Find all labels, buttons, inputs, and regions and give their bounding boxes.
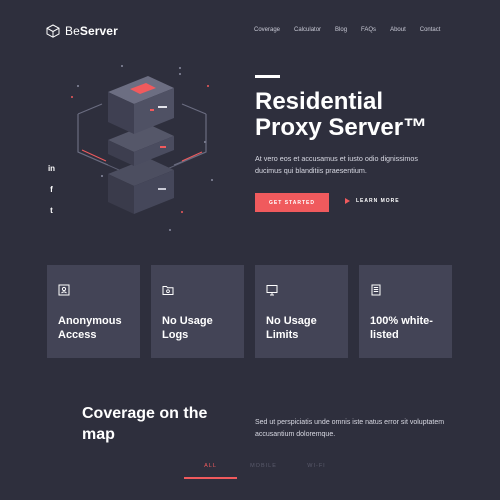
get-started-button[interactable]: GET STARTED <box>255 193 329 212</box>
top-server <box>108 76 174 134</box>
brand-logo[interactable]: BeServer <box>46 24 118 38</box>
nav-item-contact[interactable]: Contact <box>420 27 441 33</box>
bottom-server <box>108 158 174 214</box>
cube-logo-icon <box>46 24 60 38</box>
coverage-title: Coverage on the map <box>82 405 208 443</box>
social-links: in f t <box>47 164 56 215</box>
server-illustration <box>71 65 213 231</box>
nav-item-about[interactable]: About <box>390 27 406 33</box>
learn-more-label: LEARN MORE <box>356 198 400 204</box>
feature-card-no-usage-limits: No Usage Limits <box>255 265 348 358</box>
feature-label: No Usage Logs <box>162 315 213 341</box>
feature-card-no-usage-logs: No Usage Logs <box>151 265 244 358</box>
nav-item-blog[interactable]: Blog <box>335 27 347 33</box>
facebook-icon[interactable]: f <box>47 185 56 194</box>
id-card-icon <box>58 284 70 296</box>
feature-card-white-listed: 100% white-listed <box>359 265 452 358</box>
nav-item-calculator[interactable]: Calculator <box>294 27 321 33</box>
brand-name-light: Be <box>65 24 80 38</box>
hero-accent-bar <box>255 75 280 78</box>
brand-name-bold: Server <box>79 24 118 38</box>
twitter-icon[interactable]: t <box>47 206 56 215</box>
hero-description: At vero eos et accusamus et iusto odio d… <box>255 154 418 175</box>
main-nav: Coverage Calculator Blog FAQs About Cont… <box>254 27 440 33</box>
tab-wifi[interactable]: WI-FI <box>290 463 343 479</box>
linkedin-icon[interactable]: in <box>47 164 56 173</box>
nav-item-coverage[interactable]: Coverage <box>254 27 280 33</box>
feature-label: 100% white-listed <box>370 315 433 341</box>
coverage-tabs: ALL MOBILE WI-FI <box>184 463 343 479</box>
hero-title-line1: Residential <box>255 88 384 115</box>
tab-mobile[interactable]: MOBILE <box>237 463 290 479</box>
document-list-icon <box>371 284 381 296</box>
learn-more-button[interactable]: LEARN MORE <box>345 198 400 204</box>
folder-settings-icon <box>162 286 174 295</box>
hero-title: Residential Proxy Server™ <box>255 89 475 141</box>
hero-title-line2: Proxy Server™ <box>255 114 428 141</box>
feature-card-anonymous-access: Anonymous Access <box>47 265 140 358</box>
brand-name: BeServer <box>65 24 118 38</box>
tab-all[interactable]: ALL <box>184 463 237 479</box>
nav-item-faqs[interactable]: FAQs <box>361 27 376 33</box>
feature-label: No Usage Limits <box>266 315 317 341</box>
play-icon <box>345 198 350 204</box>
coverage-description: Sed ut perspiciatis unde omnis iste natu… <box>255 419 445 438</box>
monitor-icon <box>266 285 278 296</box>
feature-label: Anonymous Access <box>58 315 122 341</box>
